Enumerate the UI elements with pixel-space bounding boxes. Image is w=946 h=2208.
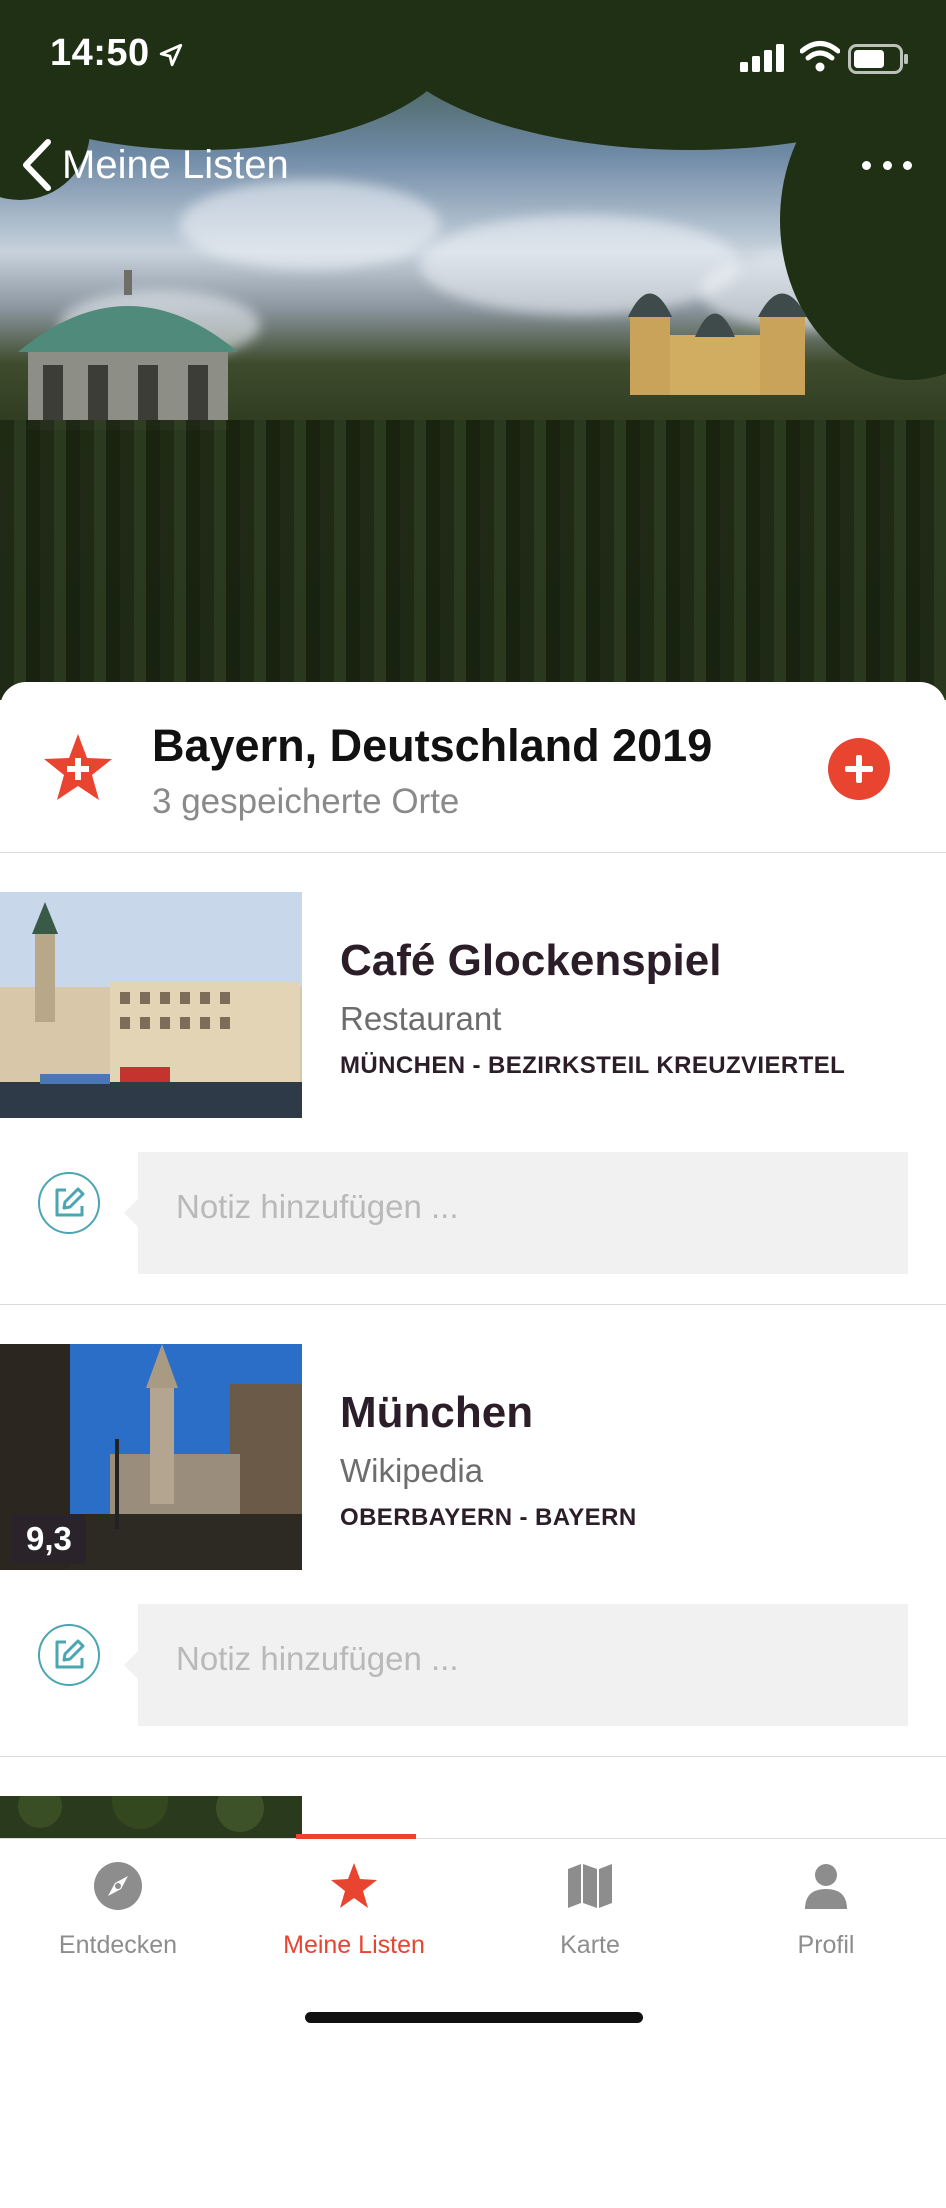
tab-label: Meine Listen — [283, 1931, 425, 1959]
more-dot-icon — [862, 160, 871, 170]
tab-entdecken[interactable]: Entdecken — [0, 1839, 236, 1969]
status-time: 14:50 — [50, 32, 150, 74]
compass-icon — [94, 1862, 142, 1910]
person-icon — [805, 1864, 847, 1909]
edit-note-icon[interactable] — [38, 1172, 100, 1234]
place-region: MÜNCHEN - BEZIRKSTEIL KREUZVIERTEL — [340, 1052, 846, 1079]
star-icon — [331, 1863, 377, 1908]
note-input[interactable]: Notiz hinzufügen ... — [124, 1604, 908, 1726]
cafe-photo — [0, 892, 302, 1118]
more-dot-icon — [903, 160, 912, 170]
map-icon — [568, 1864, 612, 1908]
rating-badge: 9,3 — [12, 1514, 86, 1564]
battery-icon — [848, 44, 908, 74]
place-region: OBERBAYERN - BAYERN — [340, 1504, 637, 1531]
list-item: Café Glockenspiel Restaurant MÜNCHEN - B… — [0, 852, 946, 1305]
list-title: Bayern, Deutschland 2019 — [152, 720, 713, 771]
place-thumbnail[interactable]: 9,3 — [0, 1344, 302, 1570]
edit-note-icon[interactable] — [38, 1624, 100, 1686]
place-category: Wikipedia — [340, 1452, 484, 1489]
back-button-label: Meine Listen — [62, 142, 289, 187]
home-indicator — [305, 2012, 643, 2023]
church-towers — [628, 293, 807, 395]
wifi-icon — [800, 41, 840, 72]
note-input[interactable]: Notiz hinzufügen ... — [124, 1152, 908, 1274]
tab-meine-listen[interactable]: Meine Listen — [236, 1839, 472, 1969]
list-header: Bayern, Deutschland 2019 3 gespeicherte … — [0, 682, 946, 853]
pencil-square-icon — [55, 1639, 85, 1669]
status-bar: 14:50 — [0, 0, 946, 110]
note-placeholder: Notiz hinzufügen ... — [176, 1188, 459, 1225]
temple-silhouette — [18, 270, 238, 430]
place-category: Restaurant — [340, 1000, 502, 1037]
tab-label: Profil — [797, 1931, 855, 1959]
pencil-square-icon — [55, 1187, 85, 1217]
place-name[interactable]: München — [340, 1388, 533, 1438]
location-arrow-icon — [159, 43, 183, 67]
tab-profil[interactable]: Profil — [708, 1839, 944, 1969]
add-place-button[interactable] — [828, 738, 890, 800]
list-star-icon — [44, 734, 112, 800]
place-name[interactable]: Café Glockenspiel — [340, 936, 721, 986]
tab-karte[interactable]: Karte — [472, 1839, 708, 1969]
tab-label: Karte — [560, 1931, 620, 1959]
place-thumbnail[interactable] — [0, 892, 302, 1118]
note-placeholder: Notiz hinzufügen ... — [176, 1640, 459, 1677]
back-button[interactable]: Meine Listen — [20, 135, 289, 195]
cellular-signal-icon — [740, 44, 784, 72]
list-place-count: 3 gespeicherte Orte — [152, 782, 460, 821]
tab-label: Entdecken — [58, 1931, 178, 1959]
chevron-left-icon — [23, 139, 51, 191]
more-dot-icon — [882, 160, 892, 170]
list-item: 9,3 München Wikipedia OBERBAYERN - BAYER… — [0, 1304, 946, 1757]
more-options-button[interactable] — [862, 145, 912, 185]
